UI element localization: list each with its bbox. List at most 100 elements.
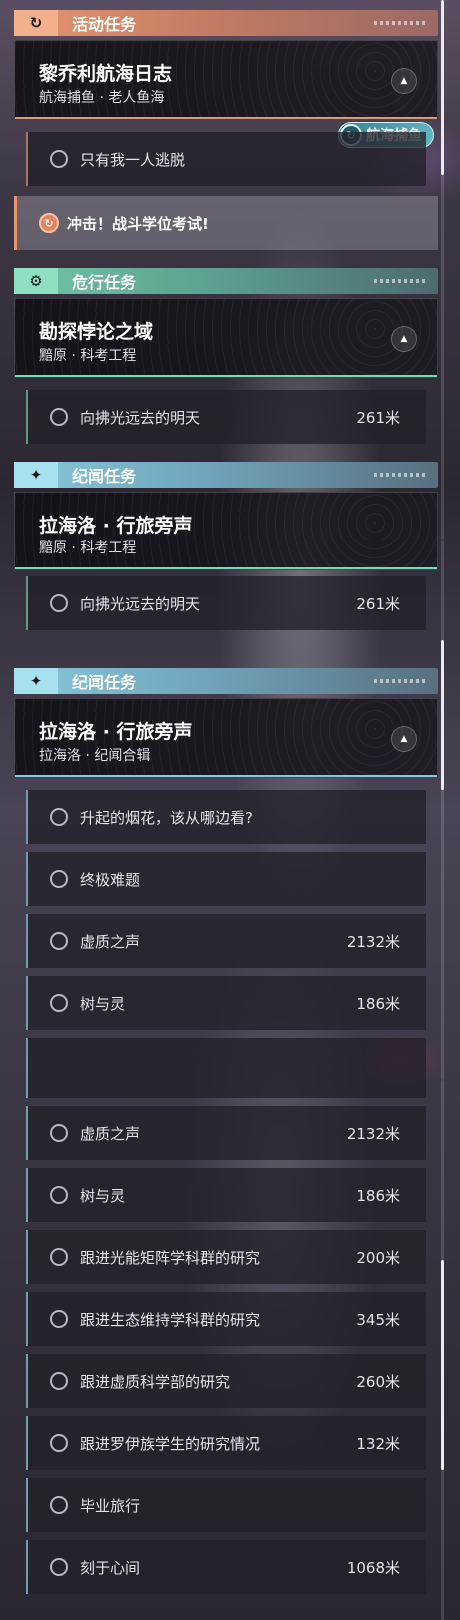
objective-circle-icon	[50, 1372, 68, 1390]
objective-circle-icon	[50, 994, 68, 1012]
quest-card-story[interactable]: 拉海洛 · 行旅旁声 拉海洛 · 纪闻合辑 ▲	[14, 698, 438, 778]
objective-circle-icon	[50, 1558, 68, 1576]
section-title: 纪闻任务	[72, 673, 137, 692]
objective-distance: 186米	[356, 994, 400, 1013]
section-header-event[interactable]: ↻ 活动任务	[14, 10, 438, 36]
quest-title: 勘探悖论之域	[39, 321, 154, 343]
objective-distance: 200米	[356, 1248, 400, 1267]
objective-row[interactable]: 终极难题	[26, 852, 426, 906]
objective-label: 跟进光能矩阵学科群的研究	[80, 1248, 261, 1267]
objective-label: 虚质之声	[80, 1124, 141, 1143]
objective-row[interactable]: 跟进光能矩阵学科群的研究 200米	[26, 1230, 426, 1284]
quest-subtitle: 拉海洛 · 纪闻合辑	[39, 748, 151, 764]
screen-2: 黯原 · 科考工程 向拂光远去的明天 261米 ✦ 纪闻任务 拉海洛 · 行旅旁…	[0, 540, 460, 1080]
objective-distance: 260米	[356, 1372, 400, 1391]
scrollbar[interactable]	[441, 0, 444, 540]
section-header-story[interactable]: ✦ 纪闻任务	[14, 462, 438, 488]
objective-label: 向拂光远去的明天	[80, 594, 201, 613]
objective-distance: 345米	[356, 1310, 400, 1329]
section-header-danger[interactable]: ⚙ 危行任务	[14, 268, 438, 294]
tracked-quest[interactable]: ↻ 冲击！战斗学位考试!	[14, 196, 438, 250]
quest-card-event[interactable]: 黎乔利航海日志 航海捕鱼 · 老人鱼海 ▲	[14, 40, 438, 120]
objective-row[interactable]: 虚质之声 2132米	[26, 1106, 426, 1160]
objective-label: 升起的烟花，该从哪边看?	[80, 808, 253, 827]
objective-circle-icon	[50, 1434, 68, 1452]
objective-row[interactable]: 升起的烟花，该从哪边看?	[26, 790, 426, 844]
objective-row-partial[interactable]: 终极难题	[26, 1080, 426, 1098]
scrollbar[interactable]	[441, 540, 444, 1080]
objective-row[interactable]: 向拂光远去的明天 261米	[26, 390, 426, 444]
objective-label: 刻于心间	[80, 1558, 141, 1577]
objective-label: 终极难题	[80, 870, 141, 889]
collapse-icon[interactable]: ▲	[391, 726, 417, 752]
objective-label: 树与灵	[80, 1186, 126, 1205]
objective-row[interactable]: 刻于心间 1068米	[26, 1540, 426, 1594]
objective-distance: 2132米	[346, 932, 400, 951]
scrollbar-thumb[interactable]	[441, 640, 444, 790]
objective-circle-icon	[50, 1496, 68, 1514]
objective-label: 跟进罗伊族学生的研究情况	[80, 1434, 261, 1453]
objective-distance: 2132米	[346, 1124, 400, 1143]
objective-distance: 1068米	[346, 1558, 400, 1577]
quest-subtitle: 航海捕鱼 · 老人鱼海	[39, 90, 165, 106]
objective-row[interactable]: 向拂光远去的明天 261米	[26, 576, 426, 630]
quest-title: 拉海洛 · 行旅旁声	[39, 515, 193, 537]
objective-label: 虚质之声	[80, 932, 141, 951]
objective-circle-icon	[50, 1124, 68, 1142]
section-decoration	[374, 279, 428, 283]
objective-circle-icon	[50, 932, 68, 950]
objective-label: 树与灵	[80, 994, 126, 1013]
objective-row[interactable]: 跟进虚质科学部的研究 260米	[26, 1354, 426, 1408]
objective-label: 跟进生态维持学科群的研究	[80, 1310, 261, 1329]
objective-distance: 261米	[356, 594, 400, 613]
collapse-icon[interactable]: ▲	[391, 68, 417, 94]
objective-row[interactable]: 跟进罗伊族学生的研究情况 132米	[26, 1416, 426, 1470]
objective-label: 向拂光远去的明天	[80, 408, 201, 427]
story-quest-icon: ✦	[14, 668, 58, 694]
scrollbar[interactable]	[441, 1080, 444, 1620]
scrollbar-thumb[interactable]	[441, 0, 444, 175]
objective-row[interactable]: 虚质之声 2132米	[26, 914, 426, 968]
objective-row[interactable]: 树与灵 186米	[26, 976, 426, 1030]
objective-circle-icon	[50, 594, 68, 612]
quest-card-danger-partial[interactable]: 黯原 · 科考工程	[14, 540, 438, 570]
section-decoration	[374, 21, 428, 25]
objective-circle-icon	[50, 1248, 68, 1266]
objective-distance: 132米	[356, 1434, 400, 1453]
objective-label: 终极难题	[80, 1080, 140, 1082]
objective-circle-icon	[50, 808, 68, 826]
tracked-quest-label: 冲击！战斗学位考试!	[67, 214, 209, 233]
quest-subtitle: 黯原 · 科考工程	[39, 540, 137, 556]
quest-card-danger[interactable]: 勘探悖论之域 黯原 · 科考工程 ▲	[14, 298, 438, 378]
section-title: 纪闻任务	[72, 467, 137, 486]
event-quest-icon: ↻	[14, 10, 58, 36]
objective-circle-icon	[50, 408, 68, 426]
story-quest-icon: ✦	[14, 462, 58, 488]
objective-label: 只有我一人逃脱	[80, 150, 186, 169]
objective-circle-icon	[50, 150, 68, 168]
objective-circle-icon	[50, 1310, 68, 1328]
section-header-story[interactable]: ✦ 纪闻任务	[14, 668, 438, 694]
objective-distance: 261米	[356, 408, 400, 427]
objective-row[interactable]: 只有我一人逃脱	[26, 132, 426, 186]
section-decoration	[374, 679, 428, 683]
screen-3: 终极难题 虚质之声 2132米 树与灵 186米 跟进光能矩阵学科群的研究 20…	[0, 1080, 460, 1620]
objective-row[interactable]: 毕业旅行	[26, 1478, 426, 1532]
quest-title: 黎乔利航海日志	[39, 63, 173, 85]
collapse-icon[interactable]: ▲	[391, 326, 417, 352]
objective-row[interactable]: 跟进生态维持学科群的研究 345米	[26, 1292, 426, 1346]
objective-label: 跟进虚质科学部的研究	[80, 1372, 231, 1391]
section-title: 危行任务	[72, 273, 137, 292]
quest-card-story-partial[interactable]: 拉海洛 · 行旅旁声	[14, 492, 438, 540]
quest-subtitle: 黯原 · 科考工程	[39, 348, 137, 364]
objective-label: 毕业旅行	[80, 1496, 141, 1515]
quest-title: 拉海洛 · 行旅旁声	[39, 721, 193, 743]
scrollbar-thumb[interactable]	[441, 1260, 444, 1470]
objective-row[interactable]: 树与灵 186米	[26, 1168, 426, 1222]
objective-row-partial[interactable]	[26, 1038, 426, 1080]
objective-circle-icon	[50, 870, 68, 888]
objective-distance: 186米	[356, 1186, 400, 1205]
screen-1: ↻ 活动任务 黎乔利航海日志 航海捕鱼 · 老人鱼海 ▲ ↻ 航海捕鱼 只有我一…	[0, 0, 460, 540]
objective-circle-icon	[50, 1186, 68, 1204]
tracked-quest-icon: ↻	[39, 213, 59, 233]
